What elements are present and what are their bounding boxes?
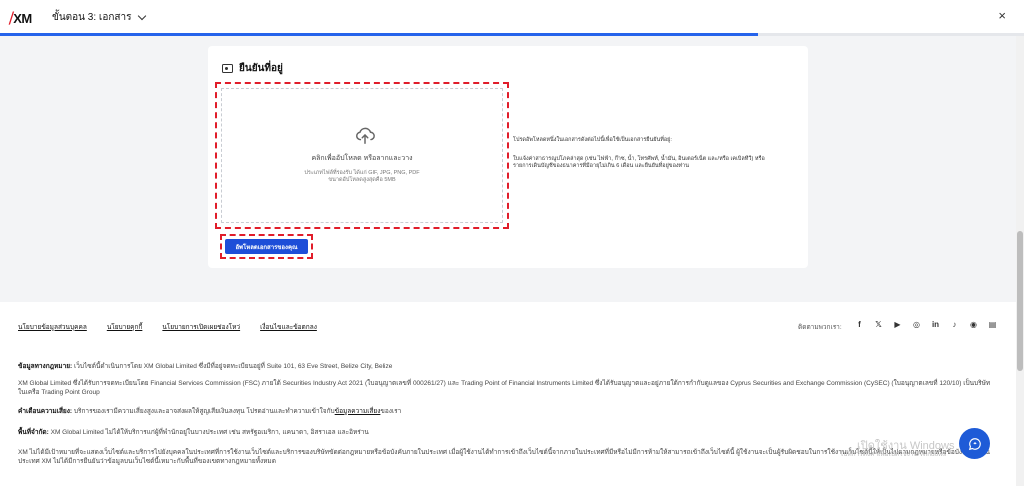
card-header: ยืนยันที่อยู่ xyxy=(222,61,283,76)
restricted-regions: พื้นที่จำกัด: XM Global Limited ไม่ได้ให… xyxy=(18,428,993,437)
restricted-text: XM Global Limited ไม่ได้ให้บริการแก่ผู้ท… xyxy=(50,429,369,436)
page-scrollbar[interactable] xyxy=(1016,36,1024,486)
linkedin-icon[interactable]: in xyxy=(931,320,940,329)
risk-text-tail: ของเรา xyxy=(380,408,402,415)
vulnerability-disclosure-link[interactable]: นโยบายการเปิดเผยช่องโหว่ xyxy=(162,322,240,332)
card-title: ยืนยันที่อยู่ xyxy=(239,63,283,74)
id-card-icon xyxy=(222,64,233,73)
risk-heading: คำเตือนความเสี่ยง: xyxy=(18,408,73,415)
dropzone-highlight: คลิกเพื่ออัปโหลด หรือลากและวาง ประเภทไฟล… xyxy=(215,82,509,229)
logo-text: XM xyxy=(13,11,32,26)
news-icon[interactable]: ▤ xyxy=(988,320,997,329)
step-title: ขั้นตอน 3: เอกสาร xyxy=(52,12,132,23)
x-icon[interactable]: 𝕏 xyxy=(874,320,883,329)
close-icon[interactable]: × xyxy=(998,8,1006,23)
cookie-policy-link[interactable]: นโยบายคุกกี้ xyxy=(107,322,143,332)
footer-links: นโยบายข้อมูลส่วนบุคคล นโยบายคุกกี้ นโยบา… xyxy=(18,322,317,332)
risk-warning: คำเตือนความเสี่ยง: บริการของเรามีความเสี… xyxy=(18,407,993,416)
progress-bar xyxy=(0,33,1024,36)
step-selector[interactable]: ขั้นตอน 3: เอกสาร xyxy=(52,10,147,25)
instruction-detail: ใบแจ้งค่าสาธารณูปโภคล่าสุด (เช่น ไฟฟ้า, … xyxy=(513,155,765,170)
restricted-heading: พื้นที่จำกัด: xyxy=(18,429,49,436)
dropzone-size-limit: ขนาดอัปโหลดสูงสุดคือ 5MB xyxy=(328,177,396,183)
cloud-upload-icon xyxy=(356,127,375,144)
chevron-down-icon xyxy=(138,11,147,21)
instruction-intro: โปรดอัพโหลดหนึ่งในเอกสารดังต่อไปนี้เพื่อ… xyxy=(513,137,672,143)
windows-activation-subtext: ไปที่การตั้งค่าเพื่อเปิดใช้งาน Windows xyxy=(840,451,947,458)
facebook-icon[interactable]: f xyxy=(855,320,864,329)
instagram-icon[interactable]: ◎ xyxy=(912,320,921,329)
follow-label: ติดตามพวกเรา: xyxy=(798,324,842,331)
instructions: โปรดอัพโหลดหนึ่งในเอกสารดังต่อไปนี้เพื่อ… xyxy=(513,137,783,182)
privacy-policy-link[interactable]: นโยบายข้อมูลส่วนบุคคล xyxy=(18,322,87,332)
legal-text: เว็บไซต์นี้ดำเนินการโดย XM Global Limite… xyxy=(74,363,393,370)
line-icon[interactable]: ◉ xyxy=(969,320,978,329)
progress-fill xyxy=(0,33,758,36)
social-icons: f 𝕏 ▶ ◎ in ♪ ◉ ▤ xyxy=(855,320,997,329)
risk-text: บริการของเรามีความเสี่ยงสูงและอาจส่งผลให… xyxy=(73,408,335,415)
chat-icon xyxy=(968,437,981,450)
dropzone-main-text: คลิกเพื่ออัปโหลด หรือลากและวาง xyxy=(311,155,413,162)
youtube-icon[interactable]: ▶ xyxy=(893,320,902,329)
top-bar: ⧸ XM ขั้นตอน 3: เอกสาร × xyxy=(0,0,1024,33)
scrollbar-thumb[interactable] xyxy=(1017,231,1023,371)
legal-info: ข้อมูลทางกฎหมาย: เว็บไซต์นี้ดำเนินการโดย… xyxy=(18,362,993,371)
xm-logo[interactable]: ⧸ XM xyxy=(9,10,32,27)
file-dropzone[interactable]: คลิกเพื่ออัปโหลด หรือลากและวาง ประเภทไฟล… xyxy=(221,88,503,223)
regulation-text: XM Global Limited ซึ่งได้รับการจดทะเบียน… xyxy=(18,380,991,396)
upload-button-highlight: อัพโหลดเอกสารของคุณ xyxy=(220,234,313,259)
risk-disclosure-link[interactable]: ข้อมูลความเสี่ยง xyxy=(335,408,381,415)
terms-link[interactable]: เงื่อนไขและข้อตกลง xyxy=(260,322,317,332)
chat-button[interactable] xyxy=(959,428,990,459)
legal-heading: ข้อมูลทางกฎหมาย: xyxy=(18,363,73,370)
upload-document-button[interactable]: อัพโหลดเอกสารของคุณ xyxy=(225,239,308,254)
tiktok-icon[interactable]: ♪ xyxy=(950,320,959,329)
